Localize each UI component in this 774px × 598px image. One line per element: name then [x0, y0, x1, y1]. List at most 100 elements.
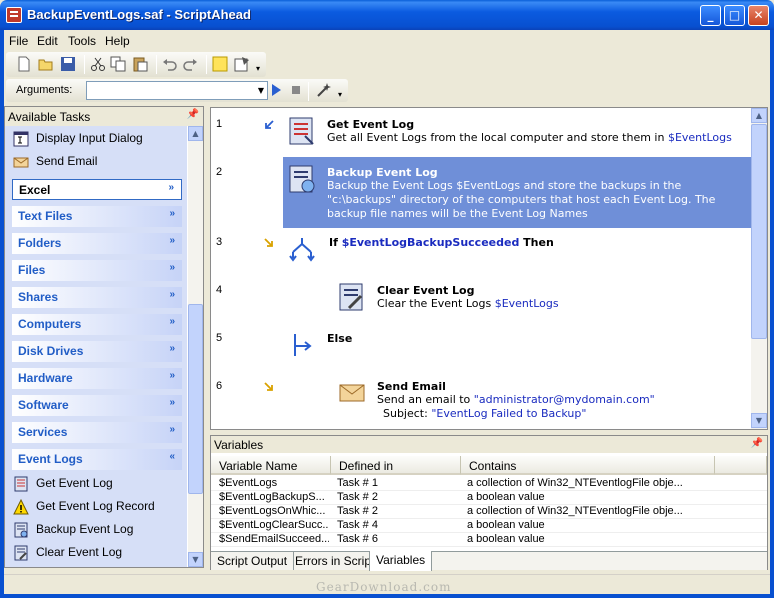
category-text-files[interactable]: Text Files»	[12, 206, 182, 227]
table-row[interactable]: $SendEmailSucceed... Task # 6 a boolean …	[211, 533, 767, 547]
category-excel[interactable]: Excel»	[12, 179, 182, 200]
paste-icon[interactable]	[132, 56, 148, 72]
menu-tools[interactable]: Tools	[68, 34, 96, 48]
line-number: 3	[216, 236, 223, 248]
task-backup-event-log[interactable]: Backup Event Log	[13, 522, 133, 538]
properties-icon[interactable]	[234, 56, 250, 72]
if-branch-icon	[289, 238, 315, 262]
script-scrollbar[interactable]: ▲ ▼	[751, 108, 767, 429]
new-file-icon[interactable]	[16, 56, 32, 72]
line-number: 1	[216, 118, 223, 130]
expand-chevron-icon[interactable]: »	[169, 370, 175, 381]
collapse-chevron-icon[interactable]: «	[169, 451, 175, 462]
table-row[interactable]: $EventLogClearSucc... Task # 4 a boolean…	[211, 519, 767, 533]
menu-bar: File Edit Tools Help	[4, 30, 770, 50]
tab-variables[interactable]: Variables	[369, 551, 433, 571]
envelope-icon	[13, 157, 29, 168]
cut-icon[interactable]	[90, 56, 106, 72]
chevron-down-icon[interactable]: ▼	[255, 82, 267, 99]
close-button[interactable]: ✕	[748, 5, 769, 26]
step-into-arrow-icon	[265, 120, 274, 129]
play-icon[interactable]	[268, 82, 284, 98]
category-files[interactable]: Files»	[12, 260, 182, 281]
expand-chevron-icon[interactable]: »	[169, 289, 175, 300]
statement-title: Clear Event Log	[377, 284, 475, 297]
table-row[interactable]: $EventLogs Task # 1 a collection of Win3…	[211, 477, 767, 491]
run-toolbar: Arguments: ▼ ▾	[6, 79, 348, 102]
category-software[interactable]: Software»	[12, 395, 182, 416]
table-row[interactable]: $EventLogBackupS... Task # 2 a boolean v…	[211, 491, 767, 505]
category-hardware[interactable]: Hardware»	[12, 368, 182, 389]
scroll-up-icon[interactable]: ▲	[751, 108, 767, 123]
category-shares[interactable]: Shares»	[12, 287, 182, 308]
menu-edit[interactable]: Edit	[37, 34, 58, 48]
minimize-button[interactable]: _	[700, 5, 721, 26]
open-folder-icon[interactable]	[38, 56, 54, 72]
column-header[interactable]: Defined in	[331, 456, 461, 475]
maximize-button[interactable]: □	[724, 5, 745, 26]
pin-icon[interactable]: 📌	[751, 438, 763, 449]
expand-chevron-icon[interactable]: »	[168, 182, 174, 193]
copy-icon[interactable]	[110, 56, 126, 72]
column-header[interactable]: Variable Name	[211, 456, 331, 475]
expand-chevron-icon[interactable]: »	[169, 424, 175, 435]
script-editor[interactable]: 1 2 3 4 5 6 Get Event Log Get all Event …	[210, 107, 768, 430]
column-header[interactable]: Contains	[461, 456, 715, 475]
task-clear-event-log[interactable]: Clear Event Log	[13, 545, 122, 561]
title-bar[interactable]: BackupEventLogs.saf - ScriptAhead _ □ ✕	[0, 0, 774, 30]
statement-get-event-log[interactable]: Get Event Log Get all Event Logs from th…	[327, 118, 732, 145]
task-display-input-dialog[interactable]: Display Input Dialog	[13, 131, 143, 147]
column-header-empty	[715, 456, 767, 475]
arguments-label: Arguments:	[16, 84, 73, 96]
expand-chevron-icon[interactable]: »	[169, 208, 175, 219]
expand-chevron-icon[interactable]: »	[169, 397, 175, 408]
note-icon[interactable]	[212, 56, 228, 72]
expand-chevron-icon[interactable]: »	[169, 262, 175, 273]
toolbar-separator	[84, 55, 85, 74]
pin-icon[interactable]: 📌	[187, 109, 199, 120]
dialog-icon	[13, 131, 29, 147]
watermark: GearDownload.com	[316, 580, 452, 594]
scroll-up-icon[interactable]: ▲	[188, 126, 203, 141]
line-number: 6	[216, 380, 223, 392]
statement-else[interactable]: Else	[327, 332, 352, 345]
task-get-event-log[interactable]: Get Event Log	[13, 476, 113, 492]
statement-send-email[interactable]: Send Email Send an email to "administrat…	[377, 380, 655, 421]
wizard-icon[interactable]	[316, 82, 332, 98]
statement-if[interactable]: If $EventLogBackupSucceeded Then	[329, 236, 554, 249]
category-services[interactable]: Services»	[12, 422, 182, 443]
scroll-down-icon[interactable]: ▼	[751, 413, 767, 428]
arguments-input[interactable]: ▼	[86, 81, 268, 100]
scroll-down-icon[interactable]: ▼	[188, 552, 203, 567]
panel-header: Variables 📌	[211, 436, 767, 453]
expand-chevron-icon[interactable]: »	[169, 235, 175, 246]
category-disk-drives[interactable]: Disk Drives»	[12, 341, 182, 362]
task-send-email[interactable]: Send Email	[13, 154, 97, 170]
scroll-thumb[interactable]	[751, 124, 767, 339]
tab-script-output[interactable]: Script Output	[211, 552, 295, 570]
statement-clear-event-log[interactable]: Clear Event Log Clear the Event Logs $Ev…	[377, 284, 559, 311]
statement-backup-event-log[interactable]: Backup Event Log Backup the Event Logs $…	[327, 166, 715, 221]
line-number: 2	[216, 166, 223, 178]
stop-icon[interactable]	[288, 82, 304, 98]
toolbar-overflow-icon[interactable]: ▾	[256, 64, 260, 73]
menu-help[interactable]: Help	[105, 34, 130, 48]
task-get-event-log-record[interactable]: Get Event Log Record	[13, 499, 155, 515]
expand-chevron-icon[interactable]: »	[169, 343, 175, 354]
redo-icon[interactable]	[182, 56, 198, 72]
tasks-scrollbar[interactable]: ▲ ▼	[188, 126, 203, 567]
category-computers[interactable]: Computers»	[12, 314, 182, 335]
undo-icon[interactable]	[162, 56, 178, 72]
category-event-logs[interactable]: Event Logs «	[12, 449, 182, 470]
expand-chevron-icon[interactable]: »	[169, 316, 175, 327]
save-icon[interactable]	[60, 56, 76, 72]
tab-errors-in-script[interactable]: Errors in Script	[289, 552, 382, 570]
line-number: 4	[216, 284, 223, 296]
toolbar-overflow-icon[interactable]: ▾	[338, 90, 342, 99]
scroll-thumb[interactable]	[188, 304, 203, 494]
table-row[interactable]: $EventLogsOnWhic... Task # 2 a collectio…	[211, 505, 767, 519]
menu-file[interactable]: File	[9, 34, 28, 48]
app-icon[interactable]	[6, 7, 22, 23]
category-folders[interactable]: Folders»	[12, 233, 182, 254]
eventlog-icon	[14, 476, 28, 492]
